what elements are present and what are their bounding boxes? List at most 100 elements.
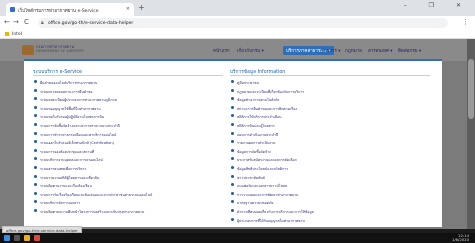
menu-link-label: ระบบบริหารงานบุคคลและการลาออนไลน์ xyxy=(40,158,103,163)
bullet-icon xyxy=(231,191,234,195)
menu-link-label: ข้อมูลการจัดซื้อจัดจ้าง xyxy=(237,149,271,154)
menu-link[interactable]: ข้อมูลสิทธิประโยชน์และสวัสดิการ xyxy=(231,166,429,172)
site-header: กรมการท่าอากาศยาน DEPARTMENT OF AIRPORTS… xyxy=(0,39,475,61)
menu-link-label: แผนการดำเนินงานประจำปี xyxy=(237,132,279,137)
menu-link[interactable]: แบบฟอร์มและเอกสารดาวน์โหลด xyxy=(231,183,429,189)
menu-link[interactable]: ระบบตรวจสอบสถานะการยื่นคำขอ xyxy=(34,88,222,95)
menu-link[interactable]: มาตรฐานความปลอดภัย xyxy=(231,200,429,206)
menu-link[interactable]: รายงานผลการดำเนินงาน xyxy=(231,140,429,146)
bullet-icon xyxy=(231,183,234,187)
os-taskbar: 12:14 1/6/2020 xyxy=(0,233,475,243)
menu-link[interactable]: ข้อมูลท่าอากาศยานในสังกัด xyxy=(231,97,429,103)
bullet-icon xyxy=(231,217,234,221)
back-button[interactable]: ← xyxy=(4,18,10,26)
url-text: office.gov/go-th/e-service-data-helper xyxy=(48,21,134,26)
bullet-icon xyxy=(231,105,234,109)
nav-information[interactable]: สารสนเทศ ▾ xyxy=(365,46,396,55)
bookmark-item[interactable]: Intel xyxy=(12,32,22,37)
window-controls[interactable]: – ❐ ✕ xyxy=(404,2,471,9)
menu-link-label: ระบบสารสนเทศเพื่อการบริหาร xyxy=(40,167,87,171)
bullet-icon xyxy=(231,114,234,118)
menu-link[interactable]: ระบบสารสนเทศเพื่อการบริหาร xyxy=(34,166,222,172)
menu-link-label: ข้อมูลท่าอากาศยานในสังกัด xyxy=(237,98,280,103)
nav-news[interactable]: ข่าวสาร ▾ xyxy=(318,46,344,55)
logo-subtitle: DEPARTMENT OF AIRPORTS xyxy=(36,49,84,53)
reload-button[interactable]: C xyxy=(24,18,29,26)
bullet-icon xyxy=(34,140,37,144)
bullet-icon xyxy=(231,148,234,152)
menu-link-label: ระบบการจองห้องประชุมและสถานที่ xyxy=(40,149,95,154)
menu-link[interactable]: ผู้ประกอบการที่ได้รับอนุญาตในท่าอากาศยาน xyxy=(231,217,429,224)
menu-link[interactable]: ระบบรายงานสถิติผู้โดยสารและเที่ยวบิน xyxy=(34,174,222,181)
menu-link[interactable]: ระบบบริหารจัดการเอกสาร xyxy=(34,200,222,206)
forward-button[interactable]: → xyxy=(13,18,19,26)
file-explorer-icon[interactable] xyxy=(24,235,30,241)
browser-tab[interactable]: เว็บไซต์กรมการท่าอากาศยาน e-Service × xyxy=(6,3,134,16)
bullet-icon xyxy=(34,131,37,135)
menu-link[interactable]: ประกาศรับสมัครงานและผลการคัดเลือก xyxy=(231,157,429,163)
menu-link[interactable]: ระบบการจองห้องประชุมและสถานที่ xyxy=(34,148,222,155)
menu-link-label: ระบบตรวจสอบสถานะการยื่นคำขอ xyxy=(40,89,93,94)
url-input[interactable]: 🔒︎ office.gov/go-th/e-service-data-helpe… xyxy=(38,18,448,28)
menu-link[interactable]: กฎหมายและระเบียบที่เกี่ยวข้องกับการบริกา… xyxy=(231,88,429,95)
menu-link[interactable]: ระบบบริหารงานบุคคลและการลาออนไลน์ xyxy=(34,157,222,163)
menu-link[interactable]: แผนการดำเนินงานประจำปี xyxy=(231,131,429,138)
menu-link-label: สถิติการให้บริการประจำเดือน xyxy=(237,115,282,120)
menu-link[interactable]: สถิติการให้บริการประจำเดือน xyxy=(231,114,429,120)
start-menu-icon[interactable] xyxy=(4,235,10,241)
menu-link[interactable]: ข่าวประชาสัมพันธ์ xyxy=(231,174,429,181)
new-tab-button[interactable]: + xyxy=(138,3,145,12)
menu-link[interactable]: สถานะการยื่นคำขอและการติดตามเรื่อง xyxy=(231,105,429,112)
menu-link[interactable]: สถิติการบินและผู้โดยสาร xyxy=(231,123,429,129)
menu-link[interactable]: คำถามที่พบบ่อยเกี่ยวกับการบริการและการให… xyxy=(231,209,429,215)
nav-law[interactable]: กฎหมาย xyxy=(342,46,365,55)
menu-link[interactable]: ข้อมูลการจัดซื้อจัดจ้าง xyxy=(231,148,429,155)
menu-link[interactable]: ระบบออกใบรับรองอิเล็กทรอนิกส์ (Certifica… xyxy=(34,140,222,146)
menu-link-label: ข้อมูลสิทธิประโยชน์และสวัสดิการ xyxy=(237,167,288,171)
bullet-icon xyxy=(231,131,234,135)
page-scrollbar[interactable] xyxy=(467,39,475,229)
menu-link-label: รายงานผลการดำเนินงาน xyxy=(237,141,276,146)
menu-link[interactable]: การวางแผนและการพัฒนาท่าอากาศยาน xyxy=(231,191,429,198)
bullet-icon xyxy=(34,191,37,195)
bookmark-folder-icon xyxy=(5,32,9,36)
browser-menu-icon[interactable]: ⋮ xyxy=(462,18,469,26)
menu-link[interactable]: ระบบขอใบรับรองผู้ปฏิบัติงานในเขตการบิน xyxy=(34,114,222,120)
menu-link-label: ระบบการจัดซื้อจัดจ้างและประกาศราคากลางปร… xyxy=(40,124,120,128)
menu-link[interactable]: ระบบการจัดซื้อจัดจ้างและประกาศราคากลางปร… xyxy=(34,123,222,129)
bullet-icon xyxy=(231,80,234,83)
nav-contact[interactable]: ติดต่อกรม ▾ xyxy=(395,46,424,55)
bullet-icon xyxy=(34,80,37,83)
menu-link-label: ข่าวประชาสัมพันธ์ xyxy=(237,175,265,180)
scrollbar-thumb[interactable] xyxy=(468,59,474,119)
bullet-icon xyxy=(34,97,37,101)
menu-link[interactable]: ระบบลงทะเบียนผู้ประกอบการท่าอากาศยานภูมิ… xyxy=(34,97,222,103)
tab-title: เว็บไซต์กรมการท่าอากาศยาน e-Service xyxy=(18,9,99,14)
nav-home[interactable]: หน้าแรก xyxy=(210,46,233,55)
menu-link-label: ระบบลงทะเบียนผู้ประกอบการท่าอากาศยานภูมิ… xyxy=(40,98,117,103)
bullet-icon xyxy=(34,88,37,92)
tab-close-icon[interactable]: × xyxy=(126,6,130,12)
menu-link[interactable]: ระบบการรับเรื่องร้องเรียนและข้อเสนอแนะจา… xyxy=(34,191,222,198)
menu-link[interactable]: ระบบการชำระค่าธรรมเนียมและค่าบริการออนไล… xyxy=(34,131,222,138)
menu-link[interactable]: ยื่นคำขอออนไลน์บริการท่าอากาศยาน xyxy=(34,80,222,86)
chrome-icon[interactable] xyxy=(34,235,40,241)
menu-link-label: ระบบรายงานสถิติผู้โดยสารและเที่ยวบิน xyxy=(40,175,100,180)
menu-link[interactable]: ระบบติดตามความคืบหน้าโครงการก่อสร้างและป… xyxy=(34,209,222,215)
menu-link[interactable]: ระบบขออนุญาตใช้พื้นที่ในท่าอากาศยาน xyxy=(34,105,222,112)
menu-link-label: ระบบขออนุญาตใช้พื้นที่ในท่าอากาศยาน xyxy=(40,106,101,111)
menu-link-label: ระบบติดตามงานและเรื่องร้องเรียน xyxy=(40,184,92,189)
search-icon[interactable] xyxy=(14,235,20,241)
menu-link[interactable]: ระบบติดตามงานและเรื่องร้องเรียน xyxy=(34,183,222,189)
menu-link-label: ระบบออกใบรับรองอิเล็กทรอนิกส์ (Certifica… xyxy=(40,141,114,146)
menu-link[interactable]: คู่มือประชาชน xyxy=(231,80,429,86)
clock-date: 1/6/2020 xyxy=(451,237,469,242)
nav-about[interactable]: เกี่ยวกับกรม ▾ xyxy=(234,46,267,55)
mega-menu-panel: ระบบบริการ e-Service บริการข้อมูล Inform… xyxy=(24,59,442,227)
bullet-icon xyxy=(231,123,234,126)
menu-link-label: มาตรฐานความปลอดภัย xyxy=(237,201,274,206)
menu-link-label: คู่มือประชาชน xyxy=(237,81,259,85)
bullet-icon xyxy=(34,183,37,187)
taskbar-clock[interactable]: 12:14 1/6/2020 xyxy=(452,234,469,242)
bullet-icon xyxy=(34,209,37,212)
